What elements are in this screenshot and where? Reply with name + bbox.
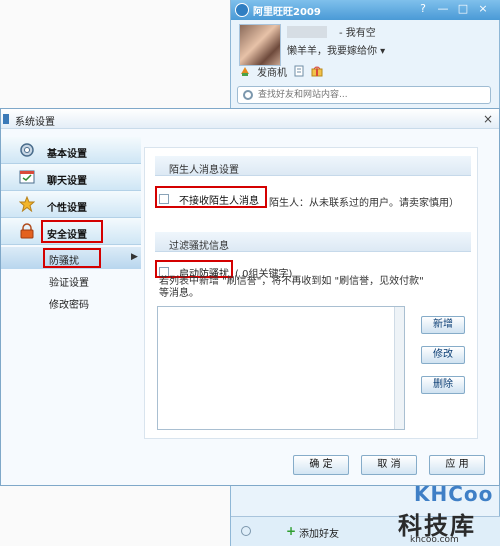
screen: 阿里旺旺2009 ? — □ × - 我有空 懒羊羊，我要嫁给你 ▾ 发商机 查… — [0, 0, 500, 546]
keyword-list-scrollbar[interactable] — [394, 307, 404, 429]
apply-button[interactable]: 应 用 — [429, 455, 485, 475]
nav-label: 基本设置 — [47, 149, 87, 160]
gift-icon[interactable] — [311, 65, 323, 77]
settings-sidebar: 基本设置 聊天设置 个性设置 安全设置 防骚扰 ▶ 验证设置 修改密码 — [1, 137, 141, 337]
search-icon — [243, 90, 253, 100]
add-friend-icon[interactable]: + — [286, 525, 296, 537]
settings-dialog: 系统设置 × 基本设置 聊天设置 个性设置 安全设置 防骚扰 ▶ 验证设置 修改… — [0, 108, 500, 486]
filter-section-title: 过滤骚扰信息 — [169, 241, 229, 252]
status-selector[interactable]: - 我有空 — [339, 24, 376, 39]
close-button[interactable]: × — [477, 3, 489, 15]
highlight-anti-harassment — [43, 248, 101, 268]
ok-button[interactable]: 确 定 — [293, 455, 349, 475]
filter-section-header: 过滤骚扰信息 — [155, 232, 471, 252]
settings-close-button[interactable]: × — [483, 112, 493, 126]
chat-toolbar: 发商机 — [239, 64, 323, 79]
highlight-security-settings — [41, 220, 103, 243]
filter-description: 若列表中新增 "刷信誉"，将不再收到如 "刷信誉，见效付款" 等消息。 — [159, 276, 424, 299]
stranger-section-header: 陌生人消息设置 — [155, 156, 471, 176]
avatar[interactable] — [239, 24, 281, 66]
anti-harassment-panel: 陌生人消息设置 不接收陌生人消息 陌生人：从未联系过的用户。请卖家慎用） 过滤骚… — [144, 147, 478, 439]
subnav-anti-harassment[interactable]: 防骚扰 ▶ — [1, 247, 141, 269]
settings-window-icon — [3, 114, 9, 124]
highlight-block-strangers — [155, 186, 267, 208]
signature-text[interactable]: 懒羊羊，我要嫁给你 ▾ — [287, 42, 385, 57]
search-input[interactable] — [258, 88, 488, 102]
gear-icon — [20, 143, 34, 157]
cancel-button[interactable]: 取 消 — [361, 455, 417, 475]
status-circle-icon[interactable] — [241, 526, 251, 536]
merchant-icon[interactable] — [239, 65, 251, 77]
add-keyword-button[interactable]: 新增 — [421, 316, 465, 334]
nav-chat-settings[interactable]: 聊天设置 — [1, 164, 141, 191]
nav-label: 聊天设置 — [47, 176, 87, 187]
chevron-right-icon: ▶ — [131, 252, 138, 262]
settings-titlebar[interactable]: 系统设置 × — [1, 109, 499, 129]
maximize-button[interactable]: □ — [457, 3, 469, 15]
watermark-logo-text: KHCoo — [414, 482, 494, 506]
add-friend-button[interactable]: 添加好友 — [299, 525, 339, 540]
merchant-label[interactable]: 发商机 — [257, 64, 287, 79]
chat-icon — [19, 170, 35, 184]
subnav-change-password[interactable]: 修改密码 — [1, 291, 141, 313]
watermark-url: khcoo.com — [410, 535, 459, 545]
edit-keyword-button[interactable]: 修改 — [421, 346, 465, 364]
chat-window-title: 阿里旺旺2009 — [253, 7, 321, 18]
stranger-description: 陌生人：从未联系过的用户。请卖家慎用） — [269, 198, 459, 209]
chat-titlebar[interactable]: 阿里旺旺2009 ? — □ × — [231, 0, 500, 20]
document-icon[interactable] — [293, 65, 305, 77]
minimize-button[interactable]: — — [437, 3, 449, 15]
keyword-list[interactable] — [157, 306, 405, 430]
nav-basic-settings[interactable]: 基本设置 — [1, 137, 141, 164]
search-box[interactable] — [237, 86, 491, 104]
nav-label: 个性设置 — [47, 203, 87, 214]
stranger-section-title: 陌生人消息设置 — [169, 165, 239, 176]
lock-icon — [20, 223, 34, 239]
subnav-verification[interactable]: 验证设置 — [1, 269, 141, 291]
username-redacted — [287, 26, 327, 38]
star-icon — [19, 196, 35, 212]
delete-keyword-button[interactable]: 删除 — [421, 376, 465, 394]
help-button[interactable]: ? — [417, 3, 429, 15]
nav-personal-settings[interactable]: 个性设置 — [1, 191, 141, 218]
settings-title: 系统设置 — [15, 117, 55, 128]
subnav-label: 修改密码 — [49, 300, 89, 311]
subnav-label: 验证设置 — [49, 278, 89, 289]
nav-security-settings[interactable]: 安全设置 — [1, 218, 141, 245]
wangwang-logo-icon — [235, 3, 249, 17]
